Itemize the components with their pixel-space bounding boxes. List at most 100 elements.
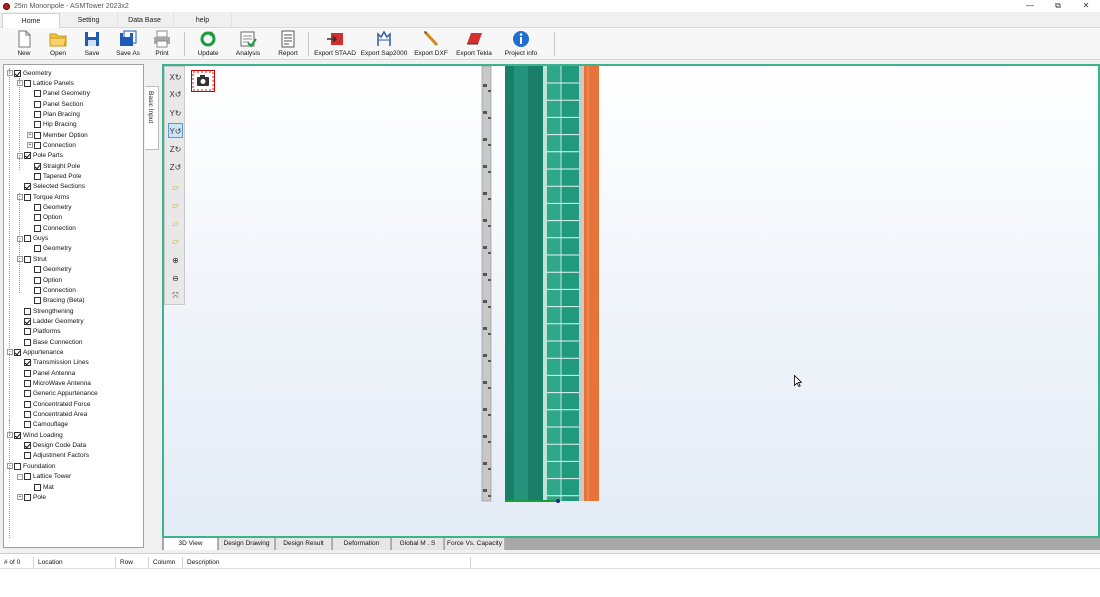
tree-item[interactable]: Connection — [27, 223, 76, 233]
tree-checkbox[interactable] — [34, 297, 41, 305]
front-view-icon[interactable]: ▱ — [168, 180, 183, 195]
tree-item-label[interactable]: Plan Bracing — [43, 111, 80, 118]
tree-checkbox[interactable] — [34, 100, 41, 108]
tree-checkbox[interactable] — [14, 348, 21, 356]
collapse-icon[interactable]: - — [7, 349, 13, 356]
tree-item-label[interactable]: Option — [43, 214, 62, 221]
tree-item[interactable]: - Lattice Tower — [17, 472, 71, 482]
collapse-icon[interactable]: - — [17, 256, 23, 263]
collapse-icon[interactable]: - — [17, 152, 23, 159]
tree-checkbox[interactable] — [24, 473, 31, 481]
tree-item-label[interactable]: Connection — [43, 287, 76, 294]
tree-item-label[interactable]: Concentrated Force — [33, 401, 90, 408]
tree-item-label[interactable]: Guys — [33, 235, 48, 242]
column-count[interactable]: # of 0 — [0, 557, 34, 569]
expand-icon[interactable]: + — [27, 132, 33, 139]
tree-item[interactable]: + Pole — [17, 492, 46, 502]
tree-item-label[interactable]: Lattice Panels — [33, 80, 74, 87]
tree-item[interactable]: Adjustment Factors — [17, 451, 89, 461]
tree-checkbox[interactable] — [34, 121, 41, 129]
tree-item-label[interactable]: Ladder Geometry — [33, 318, 84, 325]
tree-item-label[interactable]: Geometry — [43, 204, 72, 211]
tab-deformation[interactable]: Deformation — [333, 538, 391, 550]
tree-item-label[interactable]: Panel Antenna — [33, 370, 75, 377]
tree-item[interactable]: Mat — [27, 482, 54, 492]
3d-viewport[interactable] — [162, 64, 1100, 538]
tree-item[interactable]: + Connection — [27, 140, 76, 150]
zoom-out-icon[interactable]: ⊖ — [168, 271, 183, 286]
tree-item[interactable]: Base Connection — [17, 337, 83, 347]
tree-item[interactable]: Selected Sections — [17, 182, 85, 192]
column-column[interactable]: Column — [149, 557, 183, 569]
tree-item-label[interactable]: Pole — [33, 494, 46, 501]
tree-item[interactable]: Bracing (Beta) — [27, 296, 85, 306]
save-as-button[interactable]: Save As — [114, 30, 142, 59]
tree-item-label[interactable]: Torque Arms — [33, 194, 70, 201]
tree-item[interactable]: Strengthening — [17, 306, 73, 316]
collapse-icon[interactable]: - — [7, 463, 13, 470]
tree-item[interactable]: Plan Bracing — [27, 109, 80, 119]
tab-design-drawing[interactable]: Design Drawing — [219, 538, 275, 550]
top-view-icon[interactable]: ▱ — [168, 216, 183, 231]
tree-checkbox[interactable] — [34, 214, 41, 222]
tree-item-label[interactable]: Foundation — [23, 463, 56, 470]
rotate-x-ccw-icon[interactable]: X↺ — [168, 87, 183, 102]
expand-icon[interactable]: + — [17, 494, 23, 501]
tree-item-label[interactable]: MicroWave Antenna — [33, 380, 91, 387]
tree-item-label[interactable]: Straight Pole — [43, 163, 80, 170]
rotate-y-ccw-icon[interactable]: Y↺ — [168, 123, 183, 138]
column-description[interactable]: Description — [183, 557, 471, 569]
tree-item[interactable]: Geometry — [27, 203, 72, 213]
export-staad-button[interactable]: Export STAAD — [313, 30, 357, 59]
tab-help[interactable]: help — [174, 13, 232, 28]
tree-checkbox[interactable] — [24, 369, 31, 377]
tree-item-label[interactable]: Base Connection — [33, 339, 83, 346]
tree-checkbox[interactable] — [24, 411, 31, 419]
tree-item-label[interactable]: Bracing (Beta) — [43, 297, 85, 304]
tree-item-label[interactable]: Concentrated Area — [33, 411, 87, 418]
collapse-icon[interactable]: - — [17, 194, 23, 201]
rotate-y-cw-icon[interactable]: Y↻ — [168, 106, 183, 121]
tree-item-label[interactable]: Lattice Tower — [33, 473, 71, 480]
tree-item-label[interactable]: Platforms — [33, 328, 60, 335]
iso-view-icon[interactable]: ▱ — [168, 234, 183, 249]
tree-checkbox[interactable] — [24, 152, 31, 160]
tree-item-label[interactable]: Design Code Data — [33, 442, 86, 449]
tree-item-label[interactable]: Adjustment Factors — [33, 452, 89, 459]
zoom-in-icon[interactable]: ⊕ — [168, 253, 183, 268]
rotate-z-cw-icon[interactable]: Z↻ — [168, 142, 183, 157]
tree-checkbox[interactable] — [24, 359, 31, 367]
tree-checkbox[interactable] — [34, 204, 41, 212]
tree-item-label[interactable]: Generic Appurtenance — [33, 390, 98, 397]
tree-item-label[interactable]: Transmission Lines — [33, 359, 89, 366]
tree-item[interactable]: Ladder Geometry — [17, 316, 84, 326]
tree-checkbox[interactable] — [34, 110, 41, 118]
tab-setting[interactable]: Setting — [60, 13, 118, 28]
rotate-x-cw-icon[interactable]: X↻ — [168, 70, 183, 85]
open-button[interactable]: Open — [46, 30, 70, 59]
tab-3d-view[interactable]: 3D View — [164, 538, 218, 550]
column-row[interactable]: Row — [116, 557, 149, 569]
tree-item-label[interactable]: Tapered Pole — [43, 173, 81, 180]
tree-checkbox[interactable] — [24, 338, 31, 346]
close-button[interactable]: ✕ — [1072, 0, 1100, 12]
save-button[interactable]: Save — [80, 30, 104, 59]
tree-item[interactable]: Option — [27, 213, 62, 223]
tree-checkbox[interactable] — [14, 431, 21, 439]
tree-item-label[interactable]: Pole Parts — [33, 152, 63, 159]
project-info-button[interactable]: Project info — [502, 30, 540, 59]
tree-checkbox[interactable] — [24, 380, 31, 387]
tree-item-label[interactable]: Panel Geometry — [43, 90, 90, 97]
tree-checkbox[interactable] — [24, 317, 31, 325]
tree-item-label[interactable]: Strengthening — [33, 308, 73, 315]
export-tekla-button[interactable]: Export Tekla — [454, 30, 494, 59]
tree-item-label[interactable]: Strut — [33, 256, 47, 263]
export-sap2000-button[interactable]: Export Sap2000 — [360, 30, 408, 59]
tree-item[interactable]: - Lattice Panels — [17, 78, 74, 88]
tree-item-label[interactable]: Option — [43, 277, 62, 284]
zoom-extents-icon[interactable]: ⤧ — [168, 288, 183, 303]
tree-checkbox[interactable] — [34, 141, 41, 149]
tree-checkbox[interactable] — [24, 442, 31, 450]
tree-item[interactable]: Geometry — [27, 244, 72, 254]
tree-item-label[interactable]: Camouflage — [33, 421, 68, 428]
